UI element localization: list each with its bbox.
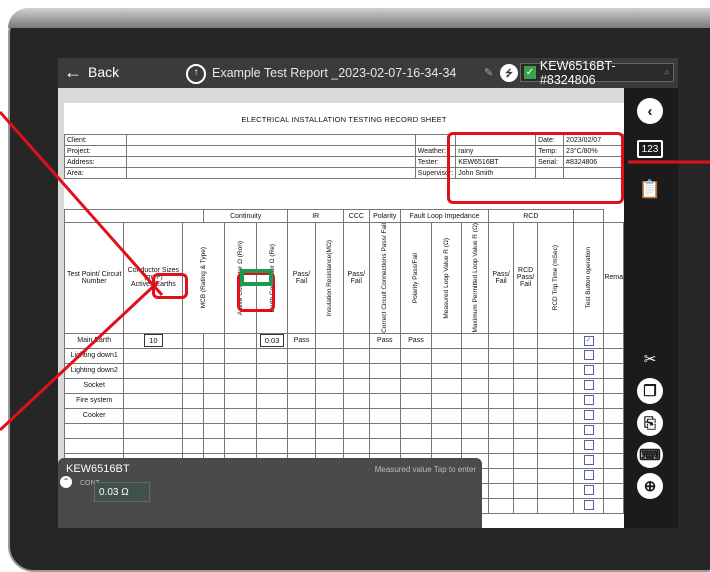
annotation-line-bottom-left [0, 280, 160, 432]
annotation-line-top-left [0, 111, 164, 296]
annotation-lines [0, 111, 710, 432]
